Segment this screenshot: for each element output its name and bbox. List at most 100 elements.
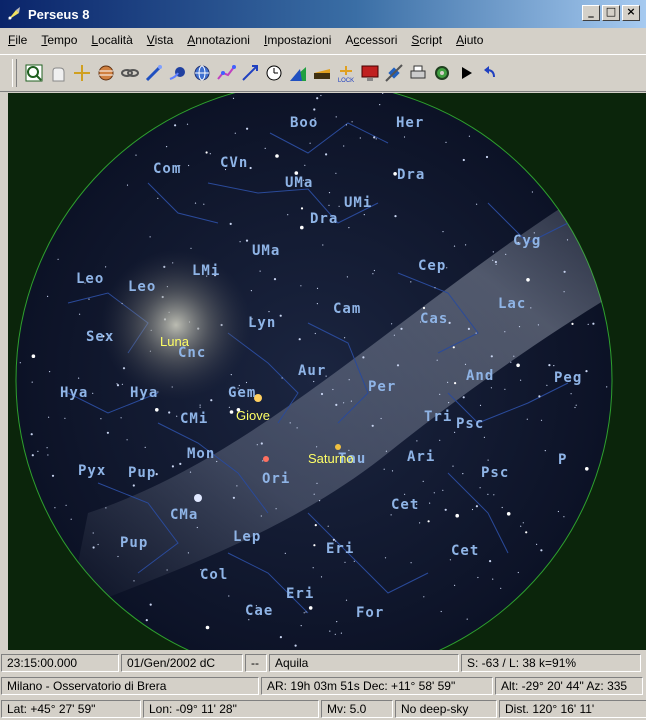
constellation-label[interactable]: Pyx <box>78 463 106 479</box>
star <box>575 404 577 406</box>
constellation-label[interactable]: UMa <box>285 175 313 191</box>
constellation-label[interactable]: UMa <box>252 243 280 259</box>
settings-icon[interactable] <box>431 62 453 84</box>
star <box>106 431 109 434</box>
clock-icon[interactable] <box>263 62 285 84</box>
constellation-label[interactable]: Lac <box>498 296 526 312</box>
constellation-label[interactable]: Boo <box>290 115 318 131</box>
constellation-label[interactable]: Her <box>396 115 424 131</box>
constellation-label[interactable]: Cep <box>418 258 446 274</box>
menu-item-8[interactable]: Aiuto <box>456 33 483 47</box>
minimize-button[interactable]: _ <box>582 5 600 21</box>
lock-icon[interactable]: LOCK <box>335 62 357 84</box>
constellation-label[interactable]: P <box>558 452 567 468</box>
status-cell: 23:15:00.000 <box>1 654 119 672</box>
constellation-label[interactable]: Pup <box>128 465 156 481</box>
constellation-label[interactable]: And <box>466 368 494 384</box>
constellation-label[interactable]: Col <box>200 567 228 583</box>
cursor-icon[interactable] <box>71 62 93 84</box>
menu-item-7[interactable]: Script <box>411 33 442 47</box>
printer-icon[interactable] <box>407 62 429 84</box>
horizon-icon[interactable] <box>287 62 309 84</box>
star <box>116 383 118 385</box>
constellation-label[interactable]: Mon <box>187 446 215 462</box>
undo-icon[interactable] <box>479 62 501 84</box>
constellation-label[interactable]: Com <box>153 161 181 177</box>
menu-item-5[interactable]: Impostazioni <box>264 33 331 47</box>
mars-marker[interactable] <box>263 456 269 462</box>
constellation-label[interactable]: Tri <box>424 409 452 425</box>
star <box>260 515 262 517</box>
satellite-icon[interactable] <box>383 62 405 84</box>
constellation-label[interactable]: Leo <box>128 279 156 295</box>
menu-item-6[interactable]: Accessori <box>345 33 397 47</box>
constellation-label[interactable]: Cas <box>420 311 448 327</box>
constellation-label[interactable]: CVn <box>220 155 248 171</box>
constellation-label[interactable]: Hya <box>60 385 88 401</box>
constellation-label[interactable]: CMi <box>180 411 208 427</box>
star <box>587 323 589 325</box>
sunset-icon[interactable] <box>311 62 333 84</box>
constellation-label[interactable]: Cet <box>451 543 479 559</box>
star <box>606 386 608 388</box>
orbit-icon[interactable] <box>239 62 261 84</box>
constellation-label[interactable]: Cet <box>391 497 419 513</box>
star <box>264 147 266 149</box>
toolbar-grip[interactable] <box>12 59 17 87</box>
constellation-label[interactable]: Dra <box>310 211 338 227</box>
constellation-label[interactable]: Gem <box>228 385 256 401</box>
constellation-label[interactable]: Eri <box>286 586 314 602</box>
constellation-label[interactable]: CMa <box>170 507 198 523</box>
constellation-label[interactable]: For <box>356 605 384 621</box>
planet-icon[interactable] <box>95 62 117 84</box>
planet-label[interactable]: Luna <box>160 334 189 349</box>
aldebaran-star[interactable] <box>194 494 202 502</box>
constellation-label[interactable]: Sex <box>86 329 114 345</box>
menu-item-3[interactable]: Vista <box>147 33 173 47</box>
star <box>371 424 374 427</box>
constellation-label[interactable]: Ari <box>407 449 435 465</box>
constellation-label[interactable]: Peg <box>554 370 582 386</box>
constellation-label[interactable]: LMi <box>192 263 220 279</box>
constellation-label[interactable]: Leo <box>76 271 104 287</box>
constellation-label[interactable]: Hya <box>130 385 158 401</box>
constellation-label[interactable]: Dra <box>397 167 425 183</box>
constellation-label[interactable]: Ori <box>262 471 290 487</box>
constellation-icon[interactable] <box>215 62 237 84</box>
star <box>436 359 438 361</box>
constellation-label[interactable]: Psc <box>481 465 509 481</box>
constellation-label[interactable]: Cyg <box>513 233 541 249</box>
constellation-label[interactable]: Eri <box>326 541 354 557</box>
menu-item-4[interactable]: Annotazioni <box>187 33 250 47</box>
star <box>520 379 522 381</box>
constellation-label[interactable]: Aur <box>298 363 326 379</box>
star <box>520 525 522 527</box>
menu-item-2[interactable]: Località <box>91 33 132 47</box>
constellation-label[interactable]: Lyn <box>248 315 276 331</box>
monitor-icon[interactable] <box>359 62 381 84</box>
link-icon[interactable] <box>119 62 141 84</box>
sky-chart[interactable]: Boo Her Com CVn UMa Dra UMi Dra Cyg Leo LMi UMa Cep L… <box>8 93 646 650</box>
constellation-label[interactable]: Psc <box>456 416 484 432</box>
star <box>54 507 56 509</box>
constellation-label[interactable]: Per <box>368 379 396 395</box>
constellation-label[interactable]: Cam <box>333 301 361 317</box>
telescope-icon[interactable] <box>143 62 165 84</box>
maximize-button[interactable]: □ <box>602 5 620 21</box>
planet-label[interactable]: Saturno <box>308 451 354 466</box>
menu-item-1[interactable]: Tempo <box>41 33 77 47</box>
close-button[interactable]: × <box>622 5 640 21</box>
sky-map[interactable] <box>8 93 646 650</box>
zoom-icon[interactable] <box>23 62 45 84</box>
play-icon[interactable] <box>455 62 477 84</box>
constellation-label[interactable]: Lep <box>233 529 261 545</box>
comet-icon[interactable] <box>167 62 189 84</box>
constellation-label[interactable]: Cae <box>245 603 273 619</box>
constellation-label[interactable]: UMi <box>344 195 372 211</box>
globe-icon[interactable] <box>191 62 213 84</box>
planet-label[interactable]: Giove <box>236 408 270 423</box>
saturn-icon[interactable] <box>335 444 341 450</box>
constellation-label[interactable]: Pup <box>120 535 148 551</box>
menu-item-0[interactable]: File <box>8 33 27 47</box>
hand-icon[interactable] <box>47 62 69 84</box>
